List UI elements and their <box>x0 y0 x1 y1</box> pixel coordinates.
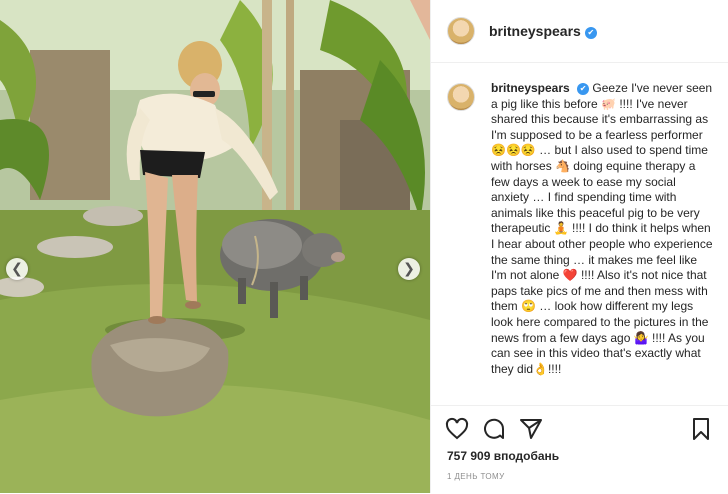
post-photo[interactable]: ❮ ❯ <box>0 0 430 493</box>
post-timestamp[interactable]: 1 ДЕНЬ ТОМУ <box>447 472 505 481</box>
caption-avatar[interactable] <box>447 83 475 111</box>
comments-area[interactable]: britneyspears ✔ Geeze I've never seen a … <box>431 63 728 405</box>
bookmark-icon[interactable] <box>689 417 713 441</box>
comment-icon[interactable] <box>482 417 506 441</box>
post-sidebar: britneyspears ✔ britneyspears ✔ Geeze I'v… <box>430 0 728 493</box>
instagram-post: ❮ ❯ britneyspears ✔ britneyspears ✔ Geeze… <box>0 0 728 493</box>
photo-scene <box>0 0 430 493</box>
verified-badge-icon: ✔ <box>584 27 597 39</box>
author-username[interactable]: britneyspears ✔ <box>489 23 597 39</box>
heart-icon[interactable] <box>445 417 469 441</box>
author-username-text[interactable]: britneyspears <box>489 23 581 39</box>
likes-count[interactable]: 757 909 вподобань <box>447 449 559 463</box>
caption: britneyspears ✔ Geeze I've never seen a … <box>491 81 713 377</box>
actions-bar: 757 909 вподобань 1 ДЕНЬ ТОМУ <box>431 405 728 494</box>
caption-username[interactable]: britneyspears <box>491 81 570 95</box>
avatar[interactable] <box>447 17 475 45</box>
caption-verified-badge-icon: ✔ <box>577 83 590 95</box>
post-header: britneyspears ✔ <box>431 0 728 63</box>
next-photo-button[interactable]: ❯ <box>398 258 420 280</box>
previous-photo-button[interactable]: ❮ <box>6 258 28 280</box>
share-icon[interactable] <box>519 417 543 441</box>
caption-text: Geeze I've never seen a pig like this be… <box>491 81 713 376</box>
